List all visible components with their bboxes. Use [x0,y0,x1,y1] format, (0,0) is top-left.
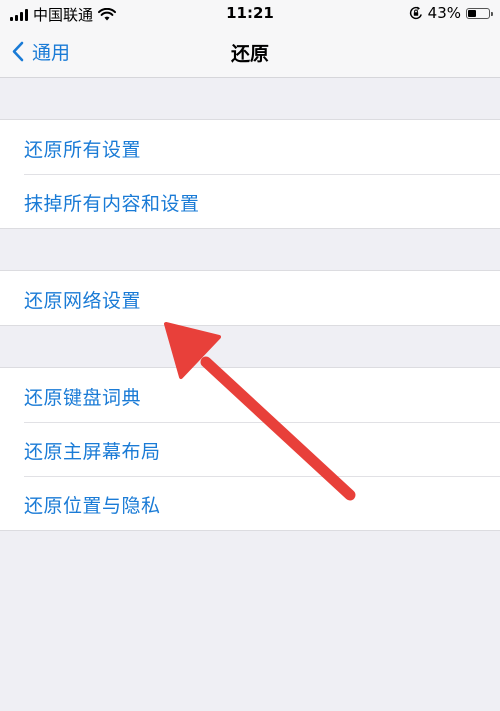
navigation-bar: 通用 还原 [0,28,500,78]
battery-percent: 43% [427,4,461,22]
status-bar: 中国联通 11:21 43% [0,0,500,28]
reset-group-1: 还原所有设置 抹掉所有内容和设置 [0,119,500,229]
reset-location-privacy-row[interactable]: 还原位置与隐私 [0,476,500,530]
reset-home-screen-layout-label: 还原主屏幕布局 [24,441,161,463]
reset-home-screen-layout-row[interactable]: 还原主屏幕布局 [0,422,500,476]
battery-icon [466,7,493,19]
annotation-arrow [164,322,356,501]
reset-keyboard-dictionary-label: 还原键盘词典 [24,387,142,409]
reset-group-3: 还原键盘词典 还原主屏幕布局 还原位置与隐私 [0,367,500,531]
reset-location-privacy-label: 还原位置与隐私 [24,495,161,517]
erase-all-content-label: 抹掉所有内容和设置 [24,193,200,215]
status-right: 43% [409,4,493,22]
orientation-lock-icon [409,6,422,20]
erase-all-content-row[interactable]: 抹掉所有内容和设置 [0,174,500,228]
reset-keyboard-dictionary-row[interactable]: 还原键盘词典 [0,368,500,422]
reset-network-settings-row[interactable]: 还原网络设置 [0,271,500,325]
reset-all-settings-label: 还原所有设置 [24,139,142,161]
reset-network-settings-label: 还原网络设置 [24,290,142,312]
reset-all-settings-row[interactable]: 还原所有设置 [0,120,500,174]
reset-group-2: 还原网络设置 [0,270,500,326]
page-title: 还原 [230,43,269,65]
